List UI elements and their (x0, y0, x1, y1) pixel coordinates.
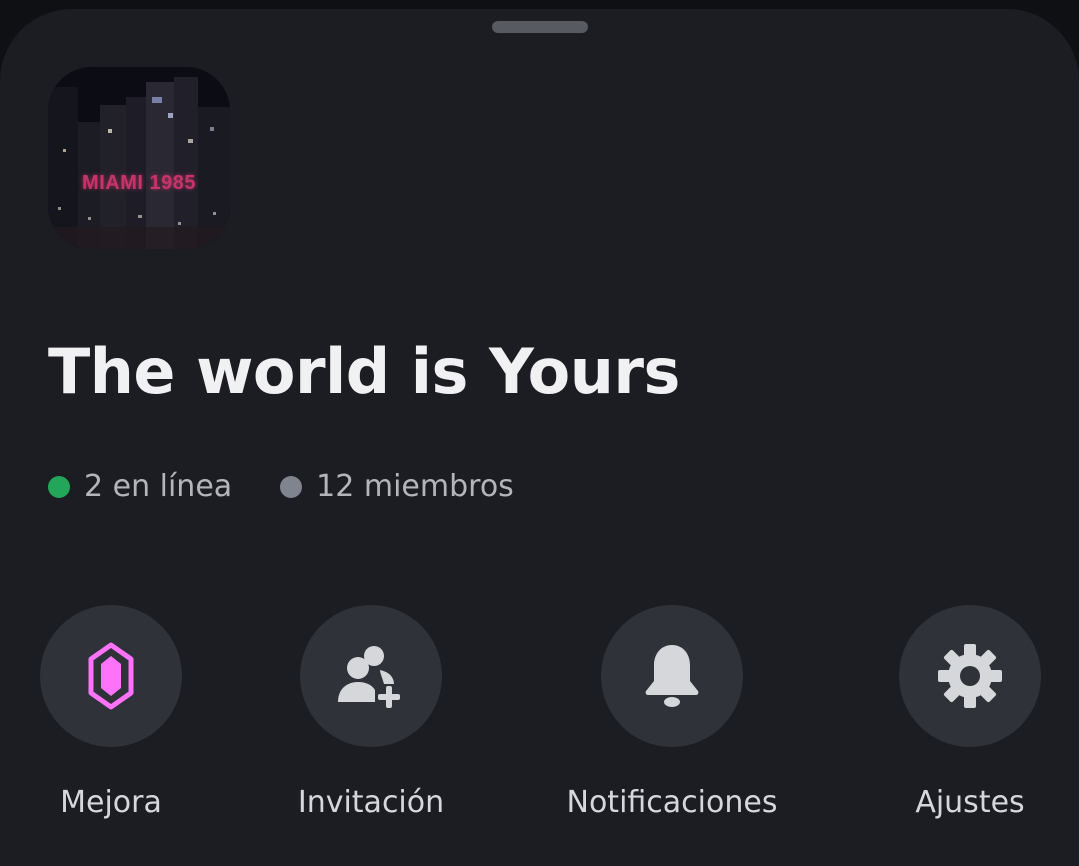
settings-label: Ajustes (915, 785, 1025, 820)
online-count: 2 en línea (84, 469, 233, 504)
server-icon-caption: MIAMI 1985 (82, 172, 196, 194)
server-name: The world is Yours (48, 335, 680, 408)
members-stat: 12 miembros (280, 469, 514, 504)
settings-button[interactable]: Ajustes (850, 605, 1079, 820)
server-sheet: MIAMI 1985 The world is Yours 2 en línea… (0, 9, 1079, 866)
members-dot-icon (280, 475, 303, 498)
boost-gem-icon (88, 642, 134, 710)
members-count: 12 miembros (316, 469, 514, 504)
bell-icon (645, 645, 699, 707)
boost-button[interactable]: Mejora (0, 605, 231, 820)
server-avatar[interactable]: MIAMI 1985 (48, 67, 230, 249)
gear-icon (938, 644, 1002, 708)
boost-label: Mejora (60, 785, 162, 820)
settings-circle[interactable] (899, 605, 1041, 747)
boost-circle[interactable] (40, 605, 182, 747)
drag-handle[interactable] (492, 21, 588, 33)
notifications-button[interactable]: Notificaciones (552, 605, 792, 820)
invite-label: Invitación (297, 785, 445, 820)
online-stat: 2 en línea (48, 469, 232, 504)
online-dot-icon (48, 475, 70, 498)
notifications-label: Notificaciones (566, 785, 778, 820)
invite-button[interactable]: Invitación (251, 605, 491, 820)
add-person-icon (338, 646, 400, 708)
member-stats: 2 en línea 12 miembros (48, 469, 514, 504)
notifications-circle[interactable] (601, 605, 743, 747)
city-night-image (48, 67, 230, 249)
invite-circle[interactable] (300, 605, 442, 747)
